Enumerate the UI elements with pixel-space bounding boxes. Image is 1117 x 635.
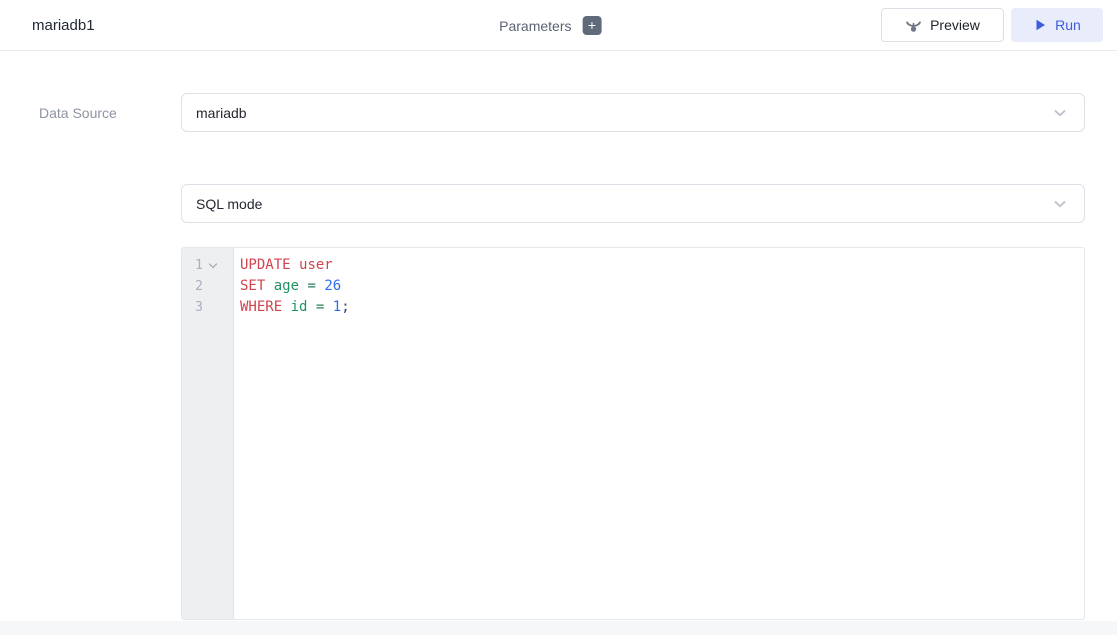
eye-icon bbox=[905, 17, 922, 34]
code-line: WHERE id = 1; bbox=[240, 297, 1084, 318]
mode-value: SQL mode bbox=[196, 196, 262, 212]
line-number: 1 bbox=[194, 258, 203, 273]
token-keyword: user bbox=[299, 257, 333, 273]
token-plain bbox=[324, 299, 332, 315]
preview-button-label: Preview bbox=[930, 17, 980, 33]
line-number: 2 bbox=[194, 279, 203, 294]
token-operator: = bbox=[307, 278, 315, 294]
data-source-value: mariadb bbox=[196, 105, 247, 121]
header-actions: Preview Run bbox=[881, 8, 1103, 42]
code-line: SET age = 26 bbox=[240, 276, 1084, 297]
gutter-row: 2 bbox=[182, 276, 233, 297]
line-number-gutter: 1 2 3 bbox=[182, 248, 234, 619]
data-source-label: Data Source bbox=[39, 105, 117, 121]
parameters-group: Parameters + bbox=[499, 0, 601, 51]
play-icon bbox=[1033, 18, 1047, 32]
token-keyword: SET bbox=[240, 278, 265, 294]
code-area[interactable]: UPDATE userSET age = 26WHERE id = 1; bbox=[234, 248, 1084, 619]
token-identifier: age bbox=[274, 278, 299, 294]
add-parameter-button[interactable]: + bbox=[582, 16, 601, 35]
run-button[interactable]: Run bbox=[1011, 8, 1103, 42]
code-line: UPDATE user bbox=[240, 255, 1084, 276]
token-number: 1 bbox=[333, 299, 341, 315]
page-bottom-strip bbox=[0, 621, 1117, 635]
query-editor-page: mariadb1 Parameters + Preview bbox=[0, 0, 1117, 635]
token-plain bbox=[291, 257, 299, 273]
data-source-select[interactable]: mariadb bbox=[181, 93, 1085, 132]
line-number: 3 bbox=[194, 300, 203, 315]
plus-icon: + bbox=[588, 17, 596, 34]
page-title: mariadb1 bbox=[32, 17, 95, 34]
header: mariadb1 Parameters + Preview bbox=[0, 0, 1117, 51]
token-keyword: UPDATE bbox=[240, 257, 291, 273]
preview-button[interactable]: Preview bbox=[881, 8, 1004, 42]
token-plain bbox=[307, 299, 315, 315]
token-plain bbox=[265, 278, 273, 294]
mode-select[interactable]: SQL mode bbox=[181, 184, 1085, 223]
chevron-down-icon bbox=[1052, 196, 1068, 212]
token-plain bbox=[282, 299, 290, 315]
fold-chevron-icon[interactable] bbox=[209, 260, 217, 268]
token-punctuation: ; bbox=[341, 299, 349, 315]
token-keyword: WHERE bbox=[240, 299, 282, 315]
run-button-label: Run bbox=[1055, 17, 1081, 33]
token-number: 26 bbox=[324, 278, 341, 294]
sql-editor[interactable]: 123 UPDATE userSET age = 26WHERE id = 1; bbox=[181, 247, 1085, 620]
chevron-down-icon bbox=[1052, 105, 1068, 121]
token-identifier: id bbox=[291, 299, 308, 315]
gutter-row: 3 bbox=[182, 297, 233, 318]
parameters-label: Parameters bbox=[499, 18, 571, 34]
gutter-row: 1 bbox=[182, 255, 233, 276]
